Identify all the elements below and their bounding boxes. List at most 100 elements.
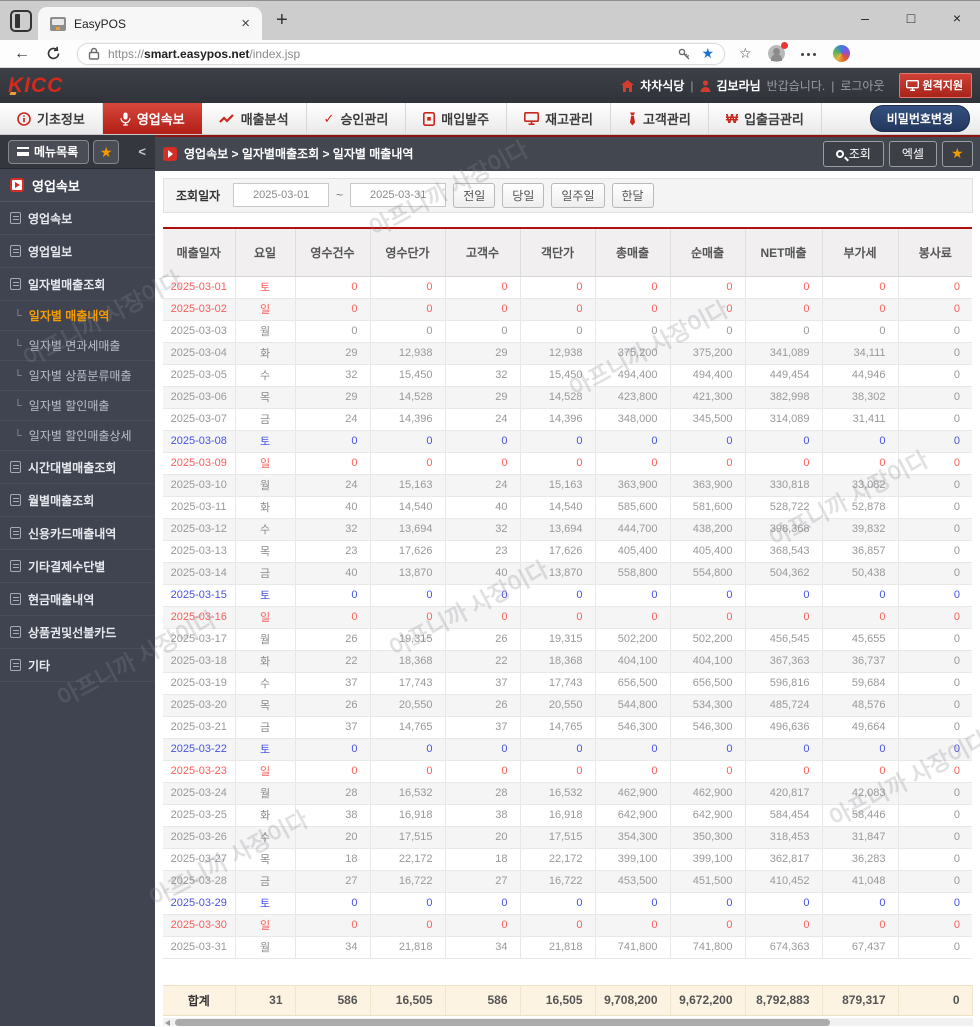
table-row[interactable]: 2025-03-14 금 40 13,870 40 13,870 558,800 554,80…	[163, 562, 972, 585]
cell-value: 330,818	[745, 474, 823, 497]
table-row[interactable]: 2025-03-31 월 34 21,818 34 21,818 741,800 741,80…	[163, 936, 972, 959]
nav-item-customer[interactable]: 고객관리	[611, 103, 709, 134]
reload-icon[interactable]	[46, 46, 61, 61]
sidebar-item-daily-discount[interactable]: └ 일자별 할인매출	[0, 391, 155, 421]
cell-value: 444,700	[595, 518, 671, 541]
logout-link[interactable]: 로그아웃	[840, 77, 884, 94]
cell-value: 0	[595, 298, 671, 321]
search-button[interactable]: 조회	[822, 140, 884, 167]
sidebar-item-daily-sales-lookup[interactable]: 일자별매출조회	[0, 268, 155, 301]
nav-item-purchase-order[interactable]: 매입발주	[406, 103, 508, 134]
browser-menu-icon[interactable]	[800, 52, 817, 56]
window-minimize-button[interactable]: –	[842, 10, 888, 26]
table-row[interactable]: 2025-03-05 수 32 15,450 32 15,450 494,400 494,40…	[163, 364, 972, 387]
table-row[interactable]: 2025-03-12 수 32 13,694 32 13,694 444,700 438,20…	[163, 518, 972, 541]
table-row[interactable]: 2025-03-24 월 28 16,532 28 16,532 462,900 462,90…	[163, 782, 972, 805]
cell-value: 0	[670, 320, 746, 343]
excel-button[interactable]: 엑셀	[888, 140, 937, 167]
window-close-button[interactable]: ×	[934, 10, 980, 26]
sidebar-favorite-button[interactable]: ★	[93, 139, 120, 164]
sidebar-item-hourly-sales[interactable]: 시간대별매출조회	[0, 451, 155, 484]
menu-list-button[interactable]: 메뉴목록	[8, 139, 90, 164]
profile-avatar[interactable]	[767, 42, 788, 62]
table-row[interactable]: 2025-03-18 화 22 18,368 22 18,368 404,100 404,10…	[163, 650, 972, 673]
bookmark-star-icon[interactable]: ★	[701, 45, 714, 62]
date-from-input[interactable]: 2025-03-01	[233, 183, 330, 208]
scroll-left-arrow-icon[interactable]	[165, 1019, 170, 1026]
column-header: 고객수	[445, 228, 521, 277]
cell-value: 494,400	[595, 364, 671, 387]
table-row[interactable]: 2025-03-20 목 26 20,550 26 20,550 544,800 534,30…	[163, 694, 972, 717]
preset-prev-day-button[interactable]: 전일	[453, 182, 496, 208]
table-row[interactable]: 2025-03-19 수 37 17,743 37 17,743 656,500 656,50…	[163, 672, 972, 695]
sidebar-item-daily-category[interactable]: └ 일자별 상품분류매출	[0, 361, 155, 391]
list-icon	[10, 494, 21, 506]
back-button[interactable]: ←	[14, 45, 30, 63]
cell-value: 0	[370, 914, 446, 937]
horizontal-scrollbar[interactable]	[163, 1017, 973, 1027]
table-row[interactable]: 2025-03-04 화 29 12,938 29 12,938 375,200 375,20…	[163, 342, 972, 365]
nav-item-sales-analysis[interactable]: 매출분석	[202, 103, 307, 134]
cell-value: 502,200	[670, 628, 746, 651]
address-bar[interactable]: https://smart.easypos.net/index.jsp ★	[77, 42, 725, 65]
cell-day: 금	[235, 870, 296, 893]
sidebar-item-sales-flash[interactable]: 영업속보	[0, 202, 155, 235]
remote-support-button[interactable]: 원격지원	[898, 73, 972, 98]
table-row[interactable]: 2025-03-13 목 23 17,626 23 17,626 405,400 405,40…	[163, 540, 972, 563]
browser-tab[interactable]: EasyPOS ×	[38, 7, 262, 40]
table-row[interactable]: 2025-03-11 화 40 14,540 40 14,540 585,600 581,60…	[163, 496, 972, 519]
password-key-icon[interactable]	[677, 47, 691, 61]
table-row[interactable]: 2025-03-16 일 0 0 0 0 0 0 0 0 0	[163, 606, 972, 629]
sidebar-item-credit-card[interactable]: 신용카드매출내역	[0, 517, 155, 550]
window-maximize-button[interactable]: □	[888, 10, 934, 26]
table-row[interactable]: 2025-03-22 토 0 0 0 0 0 0 0 0 0	[163, 738, 972, 761]
password-change-button[interactable]: 비밀번호변경	[869, 105, 970, 132]
cell-value: 404,100	[595, 650, 671, 673]
table-row[interactable]: 2025-03-03 월 0 0 0 0 0 0 0 0 0	[163, 320, 972, 343]
date-to-input[interactable]: 2025-03-31	[350, 183, 447, 208]
table-row[interactable]: 2025-03-21 금 37 14,765 37 14,765 546,300 546,30…	[163, 716, 972, 739]
table-row[interactable]: 2025-03-28 금 27 16,722 27 16,722 453,500 451,50…	[163, 870, 972, 893]
tab-actions-icon[interactable]	[10, 10, 32, 32]
table-row[interactable]: 2025-03-06 목 29 14,528 29 14,528 423,800 421,30…	[163, 386, 972, 409]
table-row[interactable]: 2025-03-25 화 38 16,918 38 16,918 642,900 642,90…	[163, 804, 972, 827]
nav-item-basic-info[interactable]: 기초정보	[0, 103, 103, 134]
table-row[interactable]: 2025-03-30 일 0 0 0 0 0 0 0 0 0	[163, 914, 972, 937]
sidebar-item-other-payment[interactable]: 기타결제수단별	[0, 550, 155, 583]
sidebar-item-monthly-sales[interactable]: 월별매출조회	[0, 484, 155, 517]
sidebar-item-daily-sales-detail[interactable]: └ 일자별 매출내역	[0, 301, 155, 331]
nav-item-sales-flash[interactable]: 영업속보	[102, 103, 202, 134]
table-row[interactable]: 2025-03-17 월 26 19,315 26 19,315 502,200 502,20…	[163, 628, 972, 651]
table-row[interactable]: 2025-03-09 일 0 0 0 0 0 0 0 0 0	[163, 452, 972, 475]
sidebar-item-daily-report[interactable]: 영업일보	[0, 235, 155, 268]
table-row[interactable]: 2025-03-10 월 24 15,163 24 15,163 363,900 363,90…	[163, 474, 972, 497]
table-row[interactable]: 2025-03-02 일 0 0 0 0 0 0 0 0 0	[163, 298, 972, 321]
sidebar-item-cash-sales[interactable]: 현금매출내역	[0, 583, 155, 616]
tilde-separator: ~	[336, 188, 344, 203]
nav-item-inventory[interactable]: 재고관리	[507, 103, 611, 134]
scrollbar-thumb[interactable]	[175, 1018, 830, 1026]
preset-week-button[interactable]: 일주일	[551, 182, 605, 208]
table-row[interactable]: 2025-03-01 토 0 0 0 0 0 0 0 0 0	[163, 276, 972, 299]
table-row[interactable]: 2025-03-23 일 0 0 0 0 0 0 0 0 0	[163, 760, 972, 783]
new-tab-button[interactable]: +	[276, 9, 288, 32]
sidebar-collapse-icon[interactable]: <	[133, 144, 151, 159]
favorite-page-button[interactable]: ★	[941, 140, 973, 167]
table-row[interactable]: 2025-03-15 토 0 0 0 0 0 0 0 0 0	[163, 584, 972, 607]
table-row[interactable]: 2025-03-07 금 24 14,396 24 14,396 348,000 345,50…	[163, 408, 972, 431]
nav-item-approval[interactable]: ✓ 승인관리	[307, 103, 407, 134]
sidebar-item-daily-taxfree[interactable]: └ 일자별 면과세매출	[0, 331, 155, 361]
copilot-icon[interactable]	[832, 45, 850, 62]
sidebar-item-etc[interactable]: 기타	[0, 649, 155, 682]
sidebar-item-daily-discount-detail[interactable]: └ 일자별 할인매출상세	[0, 421, 155, 451]
table-row[interactable]: 2025-03-08 토 0 0 0 0 0 0 0 0 0	[163, 430, 972, 453]
preset-month-button[interactable]: 한달	[611, 182, 654, 208]
table-row[interactable]: 2025-03-27 목 18 22,172 18 22,172 399,100 399,10…	[163, 848, 972, 871]
tab-close-icon[interactable]: ×	[237, 15, 254, 32]
sidebar-item-giftcard[interactable]: 상품권및선불카드	[0, 616, 155, 649]
table-row[interactable]: 2025-03-26 수 20 17,515 20 17,515 354,300 350,30…	[163, 826, 972, 849]
favorites-icon[interactable]: ☆	[739, 45, 752, 62]
preset-today-button[interactable]: 당일	[502, 182, 545, 208]
table-row[interactable]: 2025-03-29 토 0 0 0 0 0 0 0 0 0	[163, 892, 972, 915]
nav-item-cash-flow[interactable]: ₩ 입출금관리	[709, 103, 822, 134]
